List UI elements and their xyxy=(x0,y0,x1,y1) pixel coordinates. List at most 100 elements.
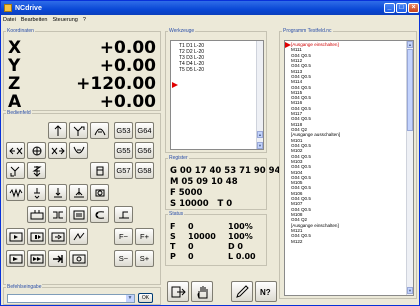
scroll-down-icon[interactable]: ▼ xyxy=(407,287,413,294)
tool-change-button[interactable] xyxy=(90,162,109,179)
jog-z-plus-button[interactable] xyxy=(48,122,67,139)
g56-button[interactable]: G56 xyxy=(135,142,154,159)
rotate-a-minus-button[interactable] xyxy=(69,142,88,159)
status-label: Status xyxy=(168,211,185,217)
jog-z-minus-button[interactable] xyxy=(27,162,46,179)
vacuum-button[interactable] xyxy=(27,206,46,223)
ok-button[interactable]: OK xyxy=(138,293,153,303)
measure-button[interactable] xyxy=(69,184,88,201)
coordinates-panel: Koordinaten X +0.00 Y +0.00 Z +120.00 A … xyxy=(3,28,161,112)
rotate-a-plus-button[interactable] xyxy=(90,122,109,139)
g64-button[interactable]: G64 xyxy=(135,122,154,139)
maximize-button[interactable]: □ xyxy=(396,3,407,13)
speed-plus-button[interactable]: S+ xyxy=(135,250,154,267)
status-extra: L 0.00 xyxy=(228,252,256,261)
optional-stop-button[interactable] xyxy=(69,228,88,245)
hand-mode-button[interactable] xyxy=(191,281,213,302)
scroll-up-icon[interactable]: ▲ xyxy=(257,131,263,138)
control-panel: Bedienfeld G53 G64 G55 G56 G57 G58 F− F+… xyxy=(3,110,161,285)
status-key: F xyxy=(170,222,176,231)
feed-minus-button[interactable]: F− xyxy=(114,228,133,245)
tools-label: Werkzeuge xyxy=(168,28,196,34)
nc-program-button[interactable]: N? xyxy=(255,281,277,302)
home-button[interactable] xyxy=(27,142,46,159)
status-row-f: F 0 100% xyxy=(170,222,266,231)
speed-minus-button[interactable]: S− xyxy=(114,250,133,267)
minimize-button[interactable]: _ xyxy=(384,3,395,13)
reference-button[interactable] xyxy=(90,184,109,201)
axis-value: +0.00 xyxy=(99,92,156,112)
program-line[interactable]: M122 xyxy=(291,239,413,244)
current-line-arrow-icon xyxy=(285,42,291,48)
menu-datei[interactable]: Datei xyxy=(3,17,16,23)
spindle-right-button[interactable] xyxy=(114,206,133,223)
axis-name: Z xyxy=(8,74,21,94)
fast-forward-button[interactable] xyxy=(27,250,46,267)
jog-y-plus-button[interactable] xyxy=(69,122,88,139)
tool-item[interactable]: T5 D5 L-20 xyxy=(179,67,263,73)
probe-button[interactable] xyxy=(48,184,67,201)
axis-value: +0.00 xyxy=(99,56,156,76)
jog-x-plus-button[interactable] xyxy=(48,142,67,159)
status-panel: Status F 0 100% S 10000 100% T 0 D 0 P 0… xyxy=(165,211,267,266)
coolant-button[interactable] xyxy=(27,184,46,201)
scroll-down-icon[interactable]: ▼ xyxy=(257,142,263,149)
menu-help[interactable]: ? xyxy=(83,17,86,23)
axis-row-x: X +0.00 xyxy=(8,38,156,58)
register-panel: Register G 00 17 40 53 71 90 94 M 05 09 … xyxy=(165,155,281,210)
menu-bar: Datei Bearbeiten Steuerung ? xyxy=(1,15,419,24)
scroll-thumb[interactable] xyxy=(407,49,413,131)
program-label: Programm Testfeld.nc xyxy=(282,28,333,34)
program-listing[interactable]: ▲ ▼ [Ausgange einschalten] M111 G04 Q0.5 M1… xyxy=(284,40,414,296)
g53-button[interactable]: G53 xyxy=(114,122,133,139)
status-row-t: T 0 D 0 xyxy=(170,242,266,251)
g58-button[interactable]: G58 xyxy=(135,162,154,179)
status-value: 0 xyxy=(188,242,194,251)
edit-button[interactable] xyxy=(231,281,253,302)
axis-value: +0.00 xyxy=(99,38,156,58)
coordinates-label: Koordinaten xyxy=(6,28,35,34)
close-button[interactable]: × xyxy=(408,3,419,13)
fixture-button[interactable] xyxy=(69,206,88,223)
resume-button[interactable] xyxy=(69,250,88,267)
window-title: NCdrive xyxy=(15,4,42,12)
g55-button[interactable]: G55 xyxy=(114,142,133,159)
jog-x-minus-button[interactable] xyxy=(6,142,25,159)
single-block-button[interactable] xyxy=(27,228,46,245)
scroll-up-icon[interactable]: ▲ xyxy=(407,41,413,48)
axis-row-a: A +0.00 xyxy=(8,92,156,112)
status-key: T xyxy=(170,242,176,251)
program-scrollbar[interactable]: ▲ ▼ xyxy=(406,41,413,295)
program-panel: Programm Testfeld.nc ▲ ▼ [Ausgange einsc… xyxy=(279,28,417,299)
tools-panel: Werkzeuge T1 D1 L-20 T2 D2 L-20 T3 D3 L-… xyxy=(165,28,267,153)
register-s: S 10000 T 0 xyxy=(170,199,233,209)
title-bar: NCdrive _ □ × xyxy=(1,1,419,15)
status-extra: 100% xyxy=(228,222,253,231)
g57-button[interactable]: G57 xyxy=(114,162,133,179)
run-to-line-button[interactable] xyxy=(48,250,67,267)
tools-scrollbar[interactable]: ▲ ▼ xyxy=(256,41,263,149)
app-icon xyxy=(4,4,12,12)
status-key: S xyxy=(170,232,176,241)
feed-plus-button[interactable]: F+ xyxy=(135,228,154,245)
status-row-s: S 10000 100% xyxy=(170,232,266,241)
register-label: Register xyxy=(168,155,189,161)
tools-list[interactable]: T1 D1 L-20 T2 D2 L-20 T3 D3 L-20 T4 D4 L… xyxy=(170,40,264,150)
command-input[interactable]: ▼ xyxy=(7,294,135,303)
skip-block-button[interactable] xyxy=(48,228,67,245)
chevron-down-icon[interactable]: ▼ xyxy=(126,295,134,302)
spindle-button[interactable] xyxy=(6,184,25,201)
axis-name: A xyxy=(8,92,22,112)
spindle-left-button[interactable] xyxy=(90,206,109,223)
jog-y-minus-button[interactable] xyxy=(6,162,25,179)
menu-steuerung[interactable]: Steuerung xyxy=(52,17,77,23)
status-value: 0 xyxy=(188,222,194,231)
svg-text:N?: N? xyxy=(260,288,271,297)
clamp-button[interactable] xyxy=(48,206,67,223)
menu-bearbeiten[interactable]: Bearbeiten xyxy=(21,17,48,23)
exit-button[interactable] xyxy=(167,281,189,302)
status-value: 10000 xyxy=(188,232,216,241)
axis-name: X xyxy=(8,38,22,58)
run-button[interactable] xyxy=(6,250,25,267)
program-start-button[interactable] xyxy=(6,228,25,245)
